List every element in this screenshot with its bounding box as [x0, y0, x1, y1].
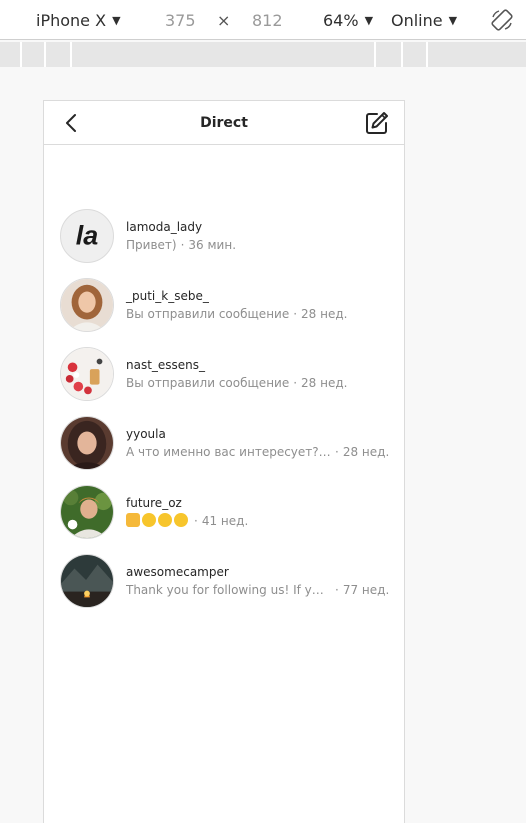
width-input[interactable]: 375	[165, 0, 196, 40]
thread-emoji-message	[126, 512, 190, 530]
thread-message: Вы отправили сообщение	[126, 375, 290, 390]
phone-viewport: Direct la lamoda_lady Привет) · 36 мин.	[43, 100, 405, 823]
direct-header: Direct	[44, 101, 404, 145]
zoom-select[interactable]: 64% ▼	[323, 0, 373, 40]
thread-time: 41 нед.	[201, 513, 249, 528]
thread-info: awesomecamper Thank you for following us…	[126, 563, 391, 599]
thread-preview: А что именно вас интересует? Я… · 28 нед…	[126, 443, 391, 461]
thread-separator: ·	[180, 237, 185, 252]
thread-info: lamoda_lady Привет) · 36 мин.	[126, 218, 391, 254]
devtools-toolbar: iPhone X ▼ 375 × 812 64% ▼ Online ▼	[0, 0, 526, 40]
laughing-emoji-icon	[158, 513, 172, 527]
thread-row[interactable]: la lamoda_lady Привет) · 36 мин.	[44, 201, 404, 270]
avatar-logo-text: la	[76, 220, 98, 250]
compose-icon[interactable]	[364, 110, 390, 136]
thread-info: yyoula А что именно вас интересует? Я… ·…	[126, 425, 391, 461]
thread-preview: Thank you for following us! If you… · 77…	[126, 581, 391, 599]
thread-username: _puti_k_sebe_	[126, 288, 209, 303]
rotate-icon[interactable]	[490, 8, 514, 32]
thread-preview: Вы отправили сообщение · 28 нед.	[126, 305, 391, 323]
thread-time: 28 нед.	[301, 375, 348, 390]
page-title: Direct	[200, 115, 248, 131]
thread-message: Вы отправили сообщение	[126, 306, 290, 321]
zoom-label: 64%	[323, 10, 359, 30]
avatar	[60, 415, 114, 470]
thread-message: А что именно вас интересует? Я…	[126, 444, 331, 459]
thread-separator: ·	[293, 306, 298, 321]
thread-username: nast_essens_	[126, 357, 206, 372]
caret-down-icon: ▼	[112, 13, 121, 27]
thread-time: 28 нед.	[342, 444, 390, 459]
avatar	[60, 553, 114, 608]
thread-preview: Вы отправили сообщение · 28 нед.	[126, 374, 391, 392]
avatar	[60, 346, 114, 401]
thread-separator: ·	[335, 444, 339, 459]
ruler-tick	[426, 42, 428, 67]
thread-row[interactable]: future_oz · 41 нед.	[44, 477, 404, 546]
thread-info: _puti_k_sebe_ Вы отправили сообщение · 2…	[126, 287, 391, 323]
dimension-times: ×	[217, 10, 231, 30]
ruler-tick	[374, 42, 376, 67]
height-input[interactable]: 812	[252, 0, 283, 40]
thread-preview: · 41 нед.	[126, 512, 391, 530]
avatar	[60, 484, 114, 539]
avatar: la	[60, 208, 114, 263]
device-select[interactable]: iPhone X ▼	[36, 0, 121, 40]
caret-down-icon: ▼	[448, 13, 458, 27]
thread-info: future_oz · 41 нед.	[126, 494, 391, 530]
ruler-tick	[20, 42, 22, 67]
thread-username: awesomecamper	[126, 564, 229, 579]
network-label: Online	[391, 10, 443, 30]
thread-info: nast_essens_ Вы отправили сообщение · 28…	[126, 356, 391, 392]
thread-list: la lamoda_lady Привет) · 36 мин. _puti_k…	[44, 201, 404, 615]
network-select[interactable]: Online ▼	[391, 0, 457, 40]
thread-username: future_oz	[126, 495, 182, 510]
thread-separator: ·	[335, 582, 339, 597]
thread-row[interactable]: nast_essens_ Вы отправили сообщение · 28…	[44, 339, 404, 408]
thread-message: Thank you for following us! If you…	[126, 582, 331, 597]
thread-row[interactable]: _puti_k_sebe_ Вы отправили сообщение · 2…	[44, 270, 404, 339]
media-query-ruler	[0, 42, 526, 67]
laughing-emoji-icon	[174, 513, 188, 527]
ruler-tick	[44, 42, 46, 67]
thread-row[interactable]: yyoula А что именно вас интересует? Я… ·…	[44, 408, 404, 477]
thumbs-up-icon	[126, 513, 140, 527]
laughing-emoji-icon	[142, 513, 156, 527]
caret-down-icon: ▼	[364, 13, 374, 27]
thread-username: yyoula	[126, 426, 166, 441]
thread-separator: ·	[293, 375, 298, 390]
thread-row[interactable]: awesomecamper Thank you for following us…	[44, 546, 404, 615]
thread-username: lamoda_lady	[126, 219, 203, 234]
thread-time: 77 нед.	[342, 582, 390, 597]
thread-time: 36 мин.	[188, 237, 237, 252]
thread-separator: ·	[194, 513, 198, 528]
thread-preview: Привет) · 36 мин.	[126, 236, 391, 254]
device-label: iPhone X	[36, 10, 107, 30]
thread-time: 28 нед.	[301, 306, 348, 321]
ruler-tick	[70, 42, 72, 67]
avatar	[60, 277, 114, 332]
ruler-tick	[401, 42, 403, 67]
thread-message: Привет)	[126, 237, 177, 252]
